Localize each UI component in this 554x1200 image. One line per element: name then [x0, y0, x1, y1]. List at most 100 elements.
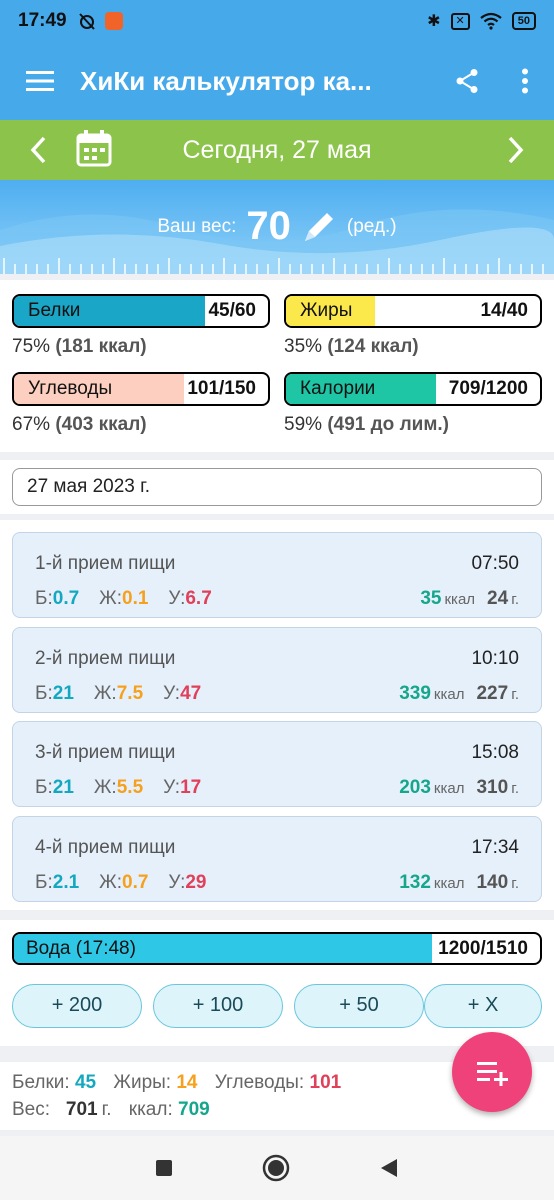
calendar-button[interactable]	[76, 129, 116, 172]
meal-kcal: 339	[399, 682, 431, 704]
calendar-icon	[76, 129, 112, 166]
meal-time: 07:50	[471, 553, 519, 574]
meal-macros: Б:21 Ж:5.5 У:17	[35, 777, 202, 798]
share-button[interactable]	[438, 68, 496, 94]
water-value: 1200/1510	[438, 938, 528, 959]
calories-value: 709/1200	[448, 378, 528, 399]
meal-card[interactable]: 4-й прием пищи 17:34 Б:2.1 Ж:0.7 У:29 132 ккал…	[12, 815, 542, 902]
add-water-custom-button[interactable]: + X	[424, 984, 542, 1028]
meal-carbs: 6.7	[185, 588, 212, 609]
more-options-button[interactable]	[496, 68, 554, 94]
meal-macros: Б:0.7 Ж:0.1 У:6.7	[35, 588, 212, 609]
meal-fat: 5.5	[116, 777, 144, 798]
meal-card[interactable]: 3-й прием пищи 15:08 Б:21 Ж:5.5 У:17 203 ккал 3…	[12, 721, 542, 807]
meal-fat: 7.5	[116, 682, 144, 704]
meal-carbs: 29	[185, 871, 207, 893]
carbs-percent: 67% (403 ккал)	[12, 414, 147, 435]
next-day-button[interactable]	[478, 135, 554, 165]
playlist-add-icon	[477, 1062, 508, 1086]
wifi-icon	[480, 12, 502, 30]
macros-card: Белки 45/60 75% (181 ккал) Жиры 14/40 35% …	[0, 280, 554, 452]
prev-day-button[interactable]	[0, 135, 76, 165]
totals-weight-line: Вес: 701 г. ккал: 709	[12, 1099, 210, 1120]
calories-label: Калории	[300, 378, 376, 399]
menu-button[interactable]	[0, 70, 80, 92]
meal-time: 15:08	[471, 742, 519, 763]
share-icon	[456, 69, 478, 93]
totals-macros-line: Белки: 45 Жиры: 14 Углеводы: 101	[12, 1072, 342, 1093]
meal-time: 10:10	[471, 647, 519, 669]
meal-grams: 227	[476, 682, 509, 704]
meal-card[interactable]: 2-й прием пищи 10:10 Б:21 Ж:7.5 У:47 339 ккал 2…	[12, 626, 542, 713]
meal-kcal: 35	[420, 588, 442, 609]
calories-percent: 59% (491 до лим.)	[284, 414, 449, 435]
fat-percent: 35% (124 ккал)	[284, 336, 419, 357]
macro-fat: Жиры 14/40 35% (124 ккал)	[284, 294, 542, 358]
meal-time: 17:34	[471, 836, 519, 858]
meals-card: 1-й прием пищи 07:50 Б:0.7 Ж:0.1 У:6.7 35 ккал…	[0, 520, 554, 910]
meal-protein: 0.7	[52, 588, 80, 609]
chevron-left-icon	[30, 136, 46, 164]
app-bar: ХиКи калькулятор ка...	[0, 42, 554, 120]
meal-protein: 21	[52, 682, 74, 704]
fat-value: 14/40	[480, 300, 528, 321]
edit-weight-link[interactable]: (ред.)	[347, 216, 397, 238]
carbs-value: 101/150	[187, 378, 256, 399]
status-time: 17:49	[18, 10, 67, 31]
weight-value: 70	[246, 204, 291, 248]
meal-fat: 0.7	[122, 871, 149, 893]
recents-icon[interactable]	[155, 1159, 173, 1177]
app-notification-icon	[104, 12, 123, 30]
total-carbs: 101	[309, 1072, 342, 1093]
meal-energy: 35 ккал 24 г.	[420, 588, 519, 609]
pencil-icon[interactable]	[301, 209, 337, 245]
meal-kcal: 203	[399, 777, 431, 798]
meal-fat: 0.1	[122, 588, 149, 609]
meal-name: 1-й прием пищи	[35, 553, 176, 574]
home-icon[interactable]	[262, 1154, 290, 1182]
macro-carbs: Углеводы 101/150 67% (403 ккал)	[12, 372, 270, 436]
current-date[interactable]: Сегодня, 27 мая	[116, 136, 478, 165]
meal-grams: 24	[487, 588, 509, 609]
meal-energy: 203 ккал 310 г.	[399, 777, 519, 798]
meal-macros: Б:2.1 Ж:0.7 У:29	[35, 871, 207, 893]
water-card: Вода (17:48) 1200/1510 + 200 + 100 + 50 +…	[0, 920, 554, 1046]
water-label: Вода (17:48)	[26, 938, 136, 959]
meal-macros: Б:21 Ж:7.5 У:47	[35, 682, 202, 704]
chevron-right-icon	[508, 136, 524, 164]
protein-label: Белки	[28, 300, 81, 321]
weight-label: Ваш вес:	[157, 215, 237, 237]
status-bar: 17:49 ✱ ✕ 50	[0, 0, 554, 42]
meal-name: 2-й прием пищи	[35, 647, 176, 669]
total-fat: 14	[176, 1072, 198, 1093]
fat-progress-bar: Жиры 14/40	[284, 294, 542, 328]
app-title: ХиКи калькулятор ка...	[80, 65, 372, 96]
bluetooth-icon: ✱	[427, 13, 441, 30]
battery-icon: 50	[511, 12, 536, 30]
macro-protein: Белки 45/60 75% (181 ккал)	[12, 294, 270, 358]
protein-value: 45/60	[208, 300, 256, 321]
back-icon[interactable]	[379, 1158, 399, 1178]
meal-kcal: 132	[399, 871, 431, 893]
meal-name: 3-й прием пищи	[35, 742, 176, 763]
calories-progress-bar: Калории 709/1200	[284, 372, 542, 406]
add-water-200-button[interactable]: + 200	[12, 984, 142, 1028]
protein-percent: 75% (181 ккал)	[12, 336, 147, 357]
total-protein: 45	[74, 1072, 97, 1093]
add-water-100-button[interactable]: + 100	[153, 984, 283, 1028]
date-field-card: 27 мая 2023 г.	[0, 460, 554, 514]
meal-carbs: 47	[180, 682, 202, 704]
hamburger-icon	[26, 71, 54, 91]
system-nav-bar	[0, 1136, 554, 1200]
add-water-50-button[interactable]: + 50	[294, 984, 424, 1028]
weight-panel: Ваш вес: 70 (ред.)	[0, 180, 554, 274]
meal-card[interactable]: 1-й прием пищи 07:50 Б:0.7 Ж:0.1 У:6.7 35 ккал…	[12, 532, 542, 618]
meal-protein: 2.1	[52, 871, 80, 893]
add-meal-fab[interactable]	[452, 1032, 532, 1112]
fat-label: Жиры	[300, 300, 353, 321]
protein-progress-bar: Белки 45/60	[12, 294, 270, 328]
total-kcal: 709	[178, 1099, 210, 1120]
water-progress-bar: Вода (17:48) 1200/1510	[12, 932, 542, 965]
date-field[interactable]: 27 мая 2023 г.	[12, 468, 542, 506]
meal-energy: 339 ккал 227 г.	[399, 682, 519, 704]
